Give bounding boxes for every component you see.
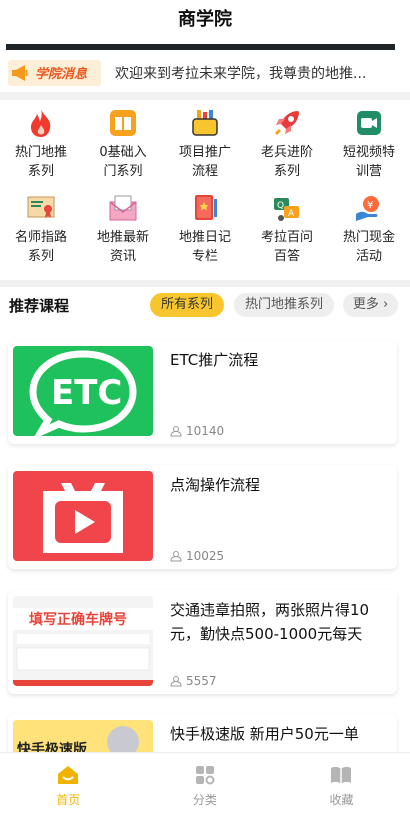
view-count-value: 10025	[186, 549, 225, 563]
tab-favorites-label: 收藏	[329, 793, 354, 807]
certificate-icon	[26, 193, 56, 223]
cash-hand-icon: ¥	[354, 193, 384, 223]
view-count-value: 10140	[186, 424, 225, 438]
grid-item-short-video[interactable]: 短视频特训营	[328, 108, 410, 193]
course-title: 快手极速版 新用户50元一单	[170, 725, 359, 743]
course-card[interactable]: ETC ETC推广流程 10140	[8, 340, 397, 444]
open-book-icon	[331, 766, 352, 784]
video-camera-icon	[354, 108, 384, 138]
chevron-right-icon: ›	[382, 297, 389, 312]
grid-item-beginner[interactable]: 0基础入门系列	[82, 108, 164, 193]
divider	[0, 92, 410, 100]
diary-icon	[190, 193, 220, 223]
recommend-title: 推荐课程	[9, 296, 70, 315]
person-icon	[170, 426, 182, 437]
thumb-text: 填写正确车牌号	[29, 611, 127, 628]
svg-text:Q: Q	[277, 201, 284, 211]
course-card[interactable]: 填写正确车牌号 交通违章拍照，两张照片得10元，勤快点500-1000元每天 5…	[8, 590, 397, 694]
view-count: 10140	[170, 424, 224, 438]
grid-item-label: 热门地推系列	[14, 145, 67, 179]
banner-image[interactable]	[6, 44, 395, 50]
notice-bar[interactable]: 学院消息 欢迎来到考拉未来学院，我尊贵的地推...	[0, 55, 410, 90]
chip-hot-series[interactable]: 热门地推系列	[234, 293, 334, 317]
thumb-text: ETC	[51, 373, 122, 413]
notice-badge-label: 学院消息	[35, 67, 88, 82]
chip-all-series[interactable]: 所有系列	[150, 293, 224, 317]
home-icon	[58, 766, 79, 784]
tab-category[interactable]: 分类	[137, 753, 274, 815]
chip-more-label: 更多	[352, 297, 379, 312]
tab-category-label: 分类	[192, 793, 217, 807]
grid-item-label: 热门现金活动	[342, 230, 395, 264]
grid-item-label: 名师指路系列	[14, 230, 67, 264]
envelope-icon	[108, 193, 138, 223]
qa-chat-icon: QA	[272, 193, 302, 223]
grid-item-news[interactable]: 地推最新资讯	[82, 193, 164, 278]
grid-item-label: 短视频特训营	[342, 145, 395, 179]
person-icon	[170, 676, 182, 687]
megaphone-icon	[12, 64, 28, 81]
course-title: ETC推广流程	[170, 351, 259, 369]
grid-item-label: 考拉百问百答	[260, 230, 313, 264]
category-grid: 热门地推系列 0基础入门系列 项目推广流程 老兵进阶系列 短视频特训营 名师指路…	[0, 108, 410, 278]
grid-item-diary[interactable]: 地推日记专栏	[164, 193, 246, 278]
grid-item-mentor[interactable]: 名师指路系列	[0, 193, 82, 278]
notice-badge: 学院消息	[8, 59, 101, 86]
notice-text[interactable]: 欢迎来到考拉未来学院，我尊贵的地推...	[115, 63, 390, 83]
grid-item-label: 地推最新资讯	[96, 230, 149, 264]
course-title: 交通违章拍照，两张照片得10元，勤快点500-1000元每天	[170, 601, 370, 643]
grid-item-label: 项目推广流程	[178, 145, 231, 179]
recommend-bar: 推荐课程 所有系列 热门地推系列 更多 ›	[0, 290, 410, 320]
svg-text:¥: ¥	[367, 200, 373, 211]
grid-item-label: 老兵进阶系列	[260, 145, 313, 179]
grid-item-label: 地推日记专栏	[178, 230, 231, 264]
course-thumbnail: ETC	[13, 346, 153, 436]
bottom-tab-bar: 首页 分类 收藏	[0, 752, 410, 815]
grid-item-hot-ground-push[interactable]: 热门地推系列	[0, 108, 82, 193]
course-thumbnail	[13, 471, 153, 561]
tab-favorites[interactable]: 收藏	[273, 753, 410, 815]
person-icon	[170, 551, 182, 562]
course-card[interactable]: 点淘操作流程 10025	[8, 465, 397, 569]
briefcase-icon	[190, 108, 220, 138]
category-grid-icon	[195, 766, 215, 785]
rocket-icon	[272, 108, 302, 138]
grid-item-cash[interactable]: ¥ 热门现金活动	[328, 193, 410, 278]
course-thumbnail: 填写正确车牌号	[13, 596, 153, 686]
grid-item-label: 0基础入门系列	[99, 145, 147, 179]
chip-more[interactable]: 更多 ›	[343, 293, 398, 317]
tab-home[interactable]: 首页	[0, 753, 137, 815]
book-icon	[108, 108, 138, 138]
grid-item-veteran[interactable]: 老兵进阶系列	[246, 108, 328, 193]
view-count: 5557	[170, 674, 217, 688]
svg-text:A: A	[288, 209, 295, 219]
view-count: 10025	[170, 549, 224, 563]
course-title: 点淘操作流程	[170, 476, 261, 494]
fire-icon	[26, 108, 56, 138]
grid-item-promotion-flow[interactable]: 项目推广流程	[164, 108, 246, 193]
page-title: 商学院	[178, 9, 232, 30]
divider	[0, 280, 410, 287]
view-count-value: 5557	[186, 674, 217, 688]
tab-home-label: 首页	[56, 793, 81, 807]
grid-item-qa[interactable]: QA 考拉百问百答	[246, 193, 328, 278]
